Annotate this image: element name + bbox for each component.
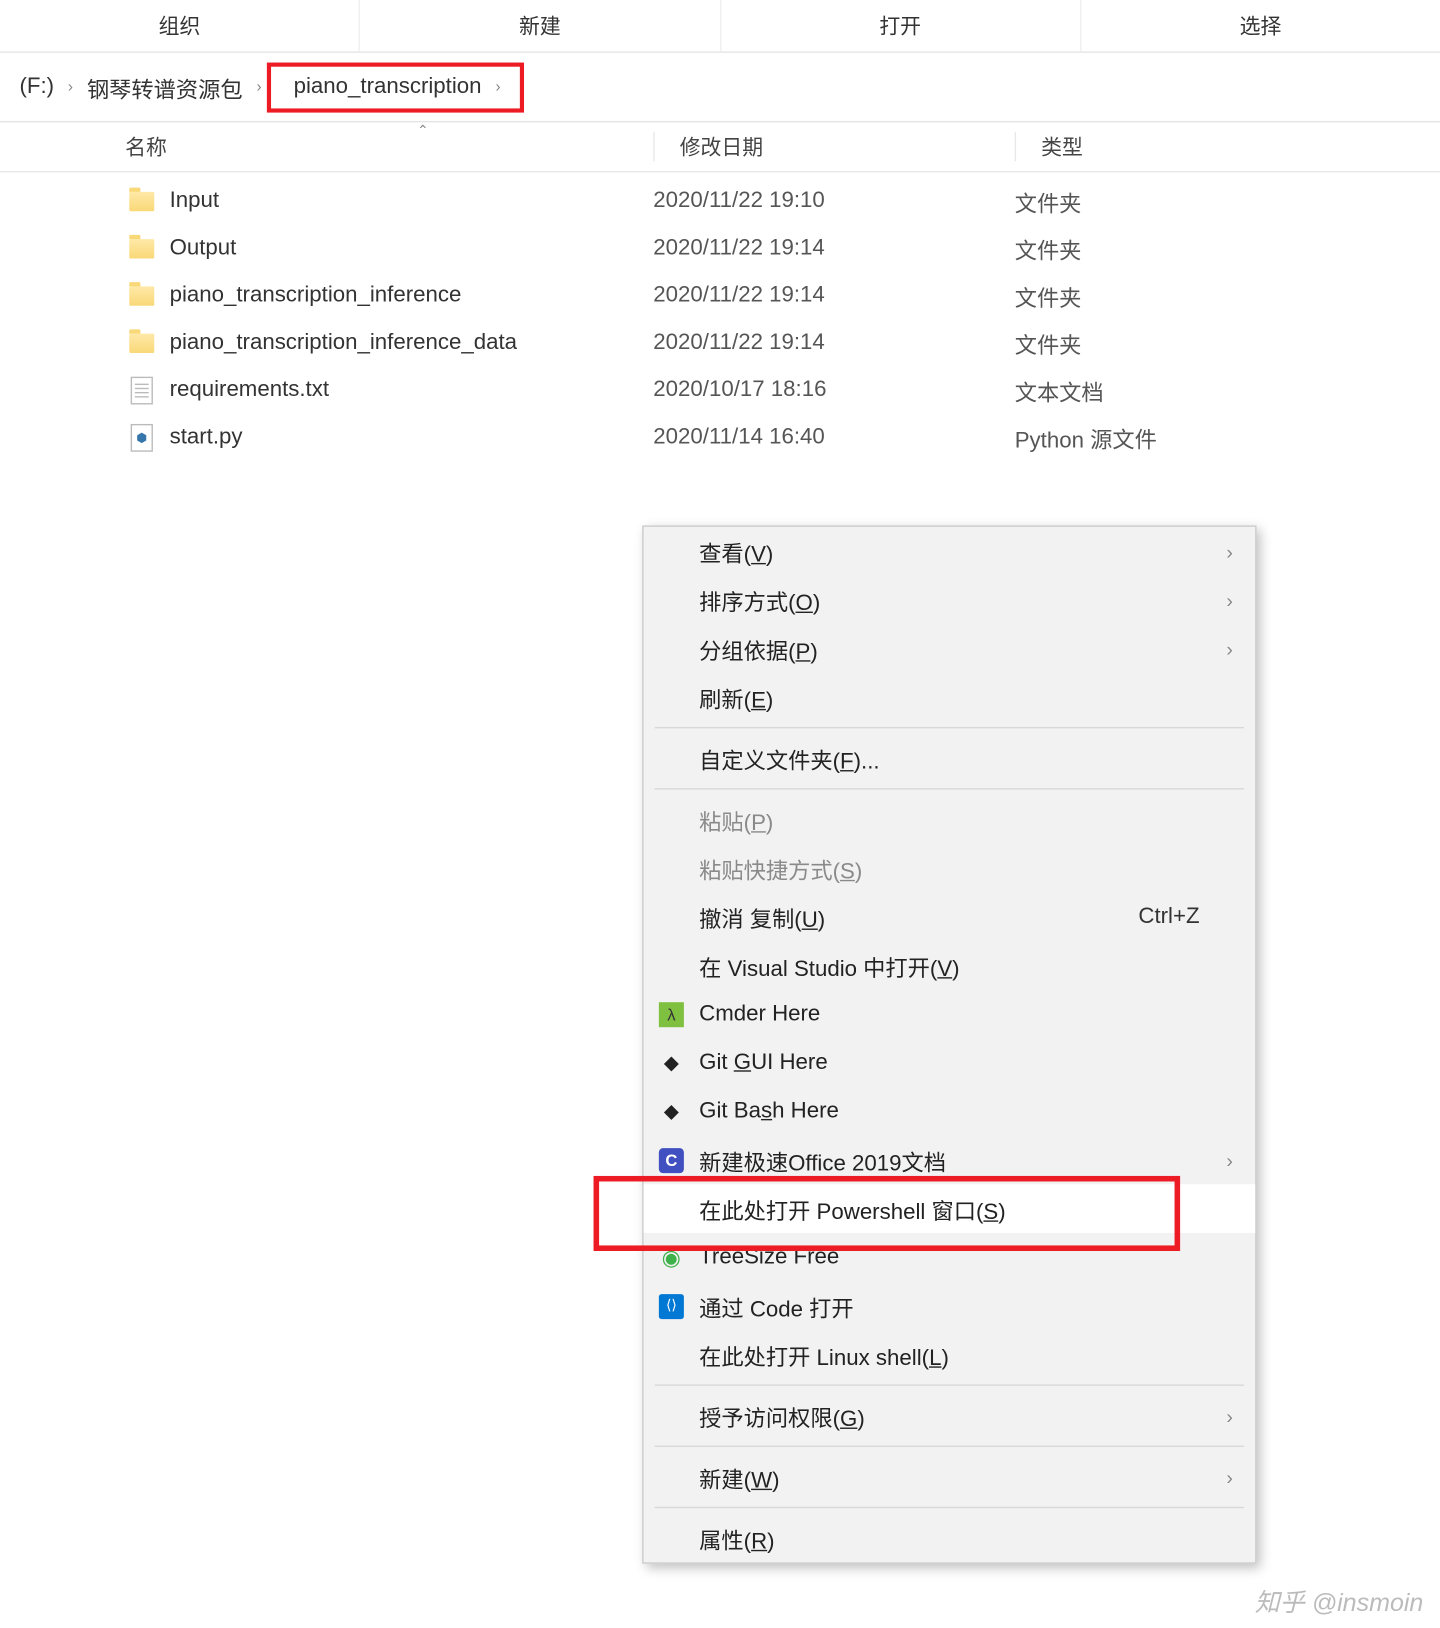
- file-date: 2020/11/14 16:40: [653, 425, 1014, 450]
- menu-view[interactable]: 查看(V)›: [644, 527, 1256, 576]
- chevron-right-icon: ›: [1226, 637, 1232, 659]
- chevron-right-icon[interactable]: ›: [62, 79, 78, 96]
- chevron-right-icon: ›: [1226, 1466, 1232, 1488]
- menu-git-bash[interactable]: ◆Git Bash Here: [644, 1087, 1256, 1136]
- menu-refresh[interactable]: 刷新(E): [644, 673, 1256, 722]
- menu-group[interactable]: 分组依据(P)›: [644, 624, 1256, 673]
- file-name: piano_transcription_inference_data: [170, 331, 654, 356]
- toolbar-open[interactable]: 打开: [721, 0, 1081, 51]
- menu-new[interactable]: 新建(W)›: [644, 1453, 1256, 1502]
- sort-ascending-icon: ⌃: [417, 124, 429, 139]
- menu-treesize[interactable]: ◉TreeSize Free: [644, 1233, 1256, 1282]
- file-date: 2020/11/22 19:10: [653, 189, 1014, 214]
- toolbar: 组织 新建 打开 选择: [0, 0, 1440, 53]
- menu-separator: [655, 788, 1244, 789]
- menu-separator: [655, 1446, 1244, 1447]
- context-menu: 查看(V)› 排序方式(O)› 分组依据(P)› 刷新(E) 自定义文件夹(F)…: [642, 525, 1256, 1563]
- menu-cmder[interactable]: λCmder Here: [644, 990, 1256, 1039]
- file-row[interactable]: piano_transcription_inference2020/11/22 …: [0, 272, 1440, 319]
- file-type: 文件夹: [1015, 327, 1082, 360]
- file-row[interactable]: Input2020/11/22 19:10文件夹: [0, 178, 1440, 225]
- breadcrumb-parent[interactable]: 钢琴转谱资源包: [79, 65, 251, 109]
- folder-icon: [128, 282, 156, 310]
- file-date: 2020/11/22 19:14: [653, 236, 1014, 261]
- cmder-icon: λ: [657, 1000, 685, 1028]
- file-date: 2020/11/22 19:14: [653, 331, 1014, 356]
- file-name: start.py: [170, 425, 654, 450]
- menu-visual-studio[interactable]: 在 Visual Studio 中打开(V): [644, 941, 1256, 990]
- git-icon: ◆: [657, 1097, 685, 1125]
- column-type[interactable]: 类型: [1015, 132, 1293, 161]
- vscode-icon: ⟨⟩: [657, 1292, 685, 1320]
- menu-sort[interactable]: 排序方式(O)›: [644, 575, 1256, 624]
- file-name: Output: [170, 236, 654, 261]
- file-row[interactable]: piano_transcription_inference_data2020/1…: [0, 320, 1440, 367]
- chevron-right-icon: ›: [1226, 1405, 1232, 1427]
- file-date: 2020/10/17 18:16: [653, 378, 1014, 403]
- chevron-right-icon[interactable]: ›: [251, 79, 267, 96]
- file-name: requirements.txt: [170, 378, 654, 403]
- menu-shortcut-text: Ctrl+Z: [1138, 904, 1199, 929]
- column-name[interactable]: 名称 ⌃: [0, 132, 653, 161]
- menu-paste: 粘贴(P): [644, 795, 1256, 844]
- file-row[interactable]: ⬢ start.py2020/11/14 16:40Python 源文件: [0, 414, 1440, 461]
- menu-powershell[interactable]: 在此处打开 Powershell 窗口(S): [644, 1184, 1256, 1233]
- file-type: 文本文档: [1015, 374, 1104, 407]
- file-row[interactable]: requirements.txt2020/10/17 18:16文本文档: [0, 367, 1440, 414]
- columns-header: 名称 ⌃ 修改日期 类型: [0, 122, 1440, 172]
- menu-git-gui[interactable]: ◆Git GUI Here: [644, 1038, 1256, 1087]
- file-name: piano_transcription_inference: [170, 284, 654, 309]
- text-file-icon: [128, 377, 156, 405]
- chevron-right-icon: ›: [1226, 589, 1232, 611]
- toolbar-new[interactable]: 新建: [360, 0, 720, 51]
- file-date: 2020/11/22 19:14: [653, 284, 1014, 309]
- folder-icon: [128, 188, 156, 216]
- menu-separator: [655, 1384, 1244, 1385]
- breadcrumb: (F:) › 钢琴转谱资源包 › piano_transcription ›: [0, 53, 1440, 123]
- file-row[interactable]: Output2020/11/22 19:14文件夹: [0, 225, 1440, 272]
- menu-customize[interactable]: 自定义文件夹(F)...: [644, 734, 1256, 783]
- menu-office[interactable]: C新建极速Office 2019文档›: [644, 1136, 1256, 1185]
- file-name: Input: [170, 189, 654, 214]
- toolbar-organize[interactable]: 组织: [0, 0, 360, 51]
- python-file-icon: ⬢: [128, 424, 156, 452]
- menu-properties[interactable]: 属性(R): [644, 1514, 1256, 1563]
- menu-vscode[interactable]: ⟨⟩通过 Code 打开: [644, 1282, 1256, 1331]
- office-icon: C: [657, 1146, 685, 1174]
- menu-paste-shortcut: 粘贴快捷方式(S): [644, 844, 1256, 893]
- breadcrumb-drive[interactable]: (F:): [11, 69, 62, 105]
- folder-icon: [128, 329, 156, 357]
- chevron-right-icon: ›: [1226, 540, 1232, 562]
- breadcrumb-current-highlighted: piano_transcription ›: [267, 62, 524, 112]
- column-date[interactable]: 修改日期: [653, 132, 1014, 161]
- menu-access[interactable]: 授予访问权限(G)›: [644, 1391, 1256, 1440]
- file-list: Input2020/11/22 19:10文件夹Output2020/11/22…: [0, 172, 1440, 461]
- git-icon: ◆: [657, 1049, 685, 1077]
- file-type: 文件夹: [1015, 279, 1082, 312]
- menu-separator: [655, 1507, 1244, 1508]
- toolbar-select[interactable]: 选择: [1081, 0, 1440, 51]
- file-type: Python 源文件: [1015, 421, 1157, 454]
- folder-icon: [128, 235, 156, 263]
- menu-linux-shell[interactable]: 在此处打开 Linux shell(L): [644, 1330, 1256, 1379]
- treesize-icon: ◉: [657, 1243, 685, 1271]
- watermark: 知乎 @insmoin: [1255, 1583, 1424, 1619]
- menu-undo[interactable]: 撤消 复制(U)Ctrl+Z: [644, 892, 1256, 941]
- file-type: 文件夹: [1015, 232, 1082, 265]
- chevron-right-icon[interactable]: ›: [490, 79, 506, 96]
- breadcrumb-current[interactable]: piano_transcription: [285, 69, 490, 105]
- chevron-right-icon: ›: [1226, 1149, 1232, 1171]
- file-type: 文件夹: [1015, 185, 1082, 218]
- menu-separator: [655, 727, 1244, 728]
